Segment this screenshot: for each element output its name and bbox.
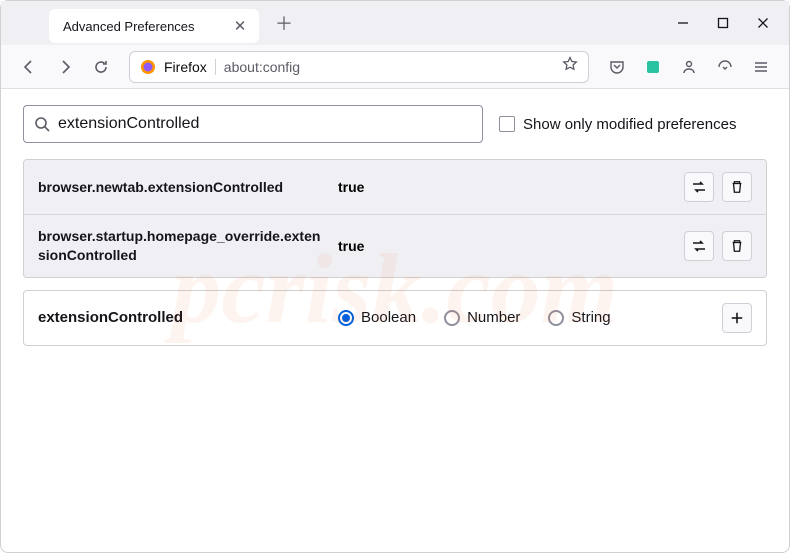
new-preference-row: extensionControlled Boolean Number Strin… (23, 290, 767, 346)
close-window-button[interactable] (743, 7, 783, 39)
toggle-icon (691, 179, 707, 195)
toggle-icon (691, 238, 707, 254)
radio-boolean[interactable]: Boolean (338, 309, 416, 326)
plus-icon (730, 311, 744, 325)
preference-name: browser.startup.homepage_override.extens… (38, 227, 328, 265)
urlbar-url: about:config (224, 59, 554, 75)
radio-label: String (571, 309, 610, 326)
about-config-content: Show only modified preferences browser.n… (1, 89, 789, 362)
preference-name: browser.newtab.extensionControlled (38, 178, 328, 197)
preference-value: true (338, 179, 674, 195)
add-button[interactable] (722, 303, 752, 333)
radio-icon (548, 310, 564, 326)
checkbox-label: Show only modified preferences (523, 116, 736, 133)
reload-button[interactable] (85, 51, 117, 83)
preference-row: browser.newtab.extensionControlled true (24, 160, 766, 215)
show-modified-checkbox[interactable]: Show only modified preferences (499, 116, 736, 133)
preference-table: browser.newtab.extensionControlled true … (23, 159, 767, 278)
tab-title: Advanced Preferences (63, 19, 231, 34)
radio-icon (444, 310, 460, 326)
delete-button[interactable] (722, 172, 752, 202)
radio-label: Boolean (361, 309, 416, 326)
browser-toolbar: Firefox about:config (1, 45, 789, 89)
pocket-icon[interactable] (601, 51, 633, 83)
overflow-icon[interactable] (709, 51, 741, 83)
preference-row: browser.startup.homepage_override.extens… (24, 215, 766, 277)
trash-icon (730, 180, 744, 194)
checkbox-icon[interactable] (499, 116, 515, 132)
urlbar-brand: Firefox (164, 59, 216, 75)
new-preference-name: extensionControlled (38, 309, 328, 326)
radio-string[interactable]: String (548, 309, 610, 326)
firefox-icon (140, 59, 156, 75)
url-bar[interactable]: Firefox about:config (129, 51, 589, 83)
forward-button[interactable] (49, 51, 81, 83)
search-icon (34, 116, 50, 132)
bookmark-star-icon[interactable] (562, 56, 578, 77)
radio-icon (338, 310, 354, 326)
toggle-button[interactable] (684, 172, 714, 202)
new-tab-button[interactable]: ＋ (269, 8, 299, 38)
toggle-button[interactable] (684, 231, 714, 261)
search-input[interactable] (58, 115, 472, 133)
trash-icon (730, 239, 744, 253)
preference-value: true (338, 238, 674, 254)
radio-number[interactable]: Number (444, 309, 520, 326)
delete-button[interactable] (722, 231, 752, 261)
titlebar: Advanced Preferences ✕ ＋ (1, 1, 789, 45)
browser-tab[interactable]: Advanced Preferences ✕ (49, 9, 259, 43)
extension-icon[interactable] (637, 51, 669, 83)
app-menu-button[interactable] (745, 51, 777, 83)
type-radio-group: Boolean Number String (338, 309, 712, 326)
maximize-button[interactable] (703, 7, 743, 39)
back-button[interactable] (13, 51, 45, 83)
minimize-button[interactable] (663, 7, 703, 39)
search-box[interactable] (23, 105, 483, 143)
radio-label: Number (467, 309, 520, 326)
account-icon[interactable] (673, 51, 705, 83)
close-tab-icon[interactable]: ✕ (231, 17, 249, 35)
